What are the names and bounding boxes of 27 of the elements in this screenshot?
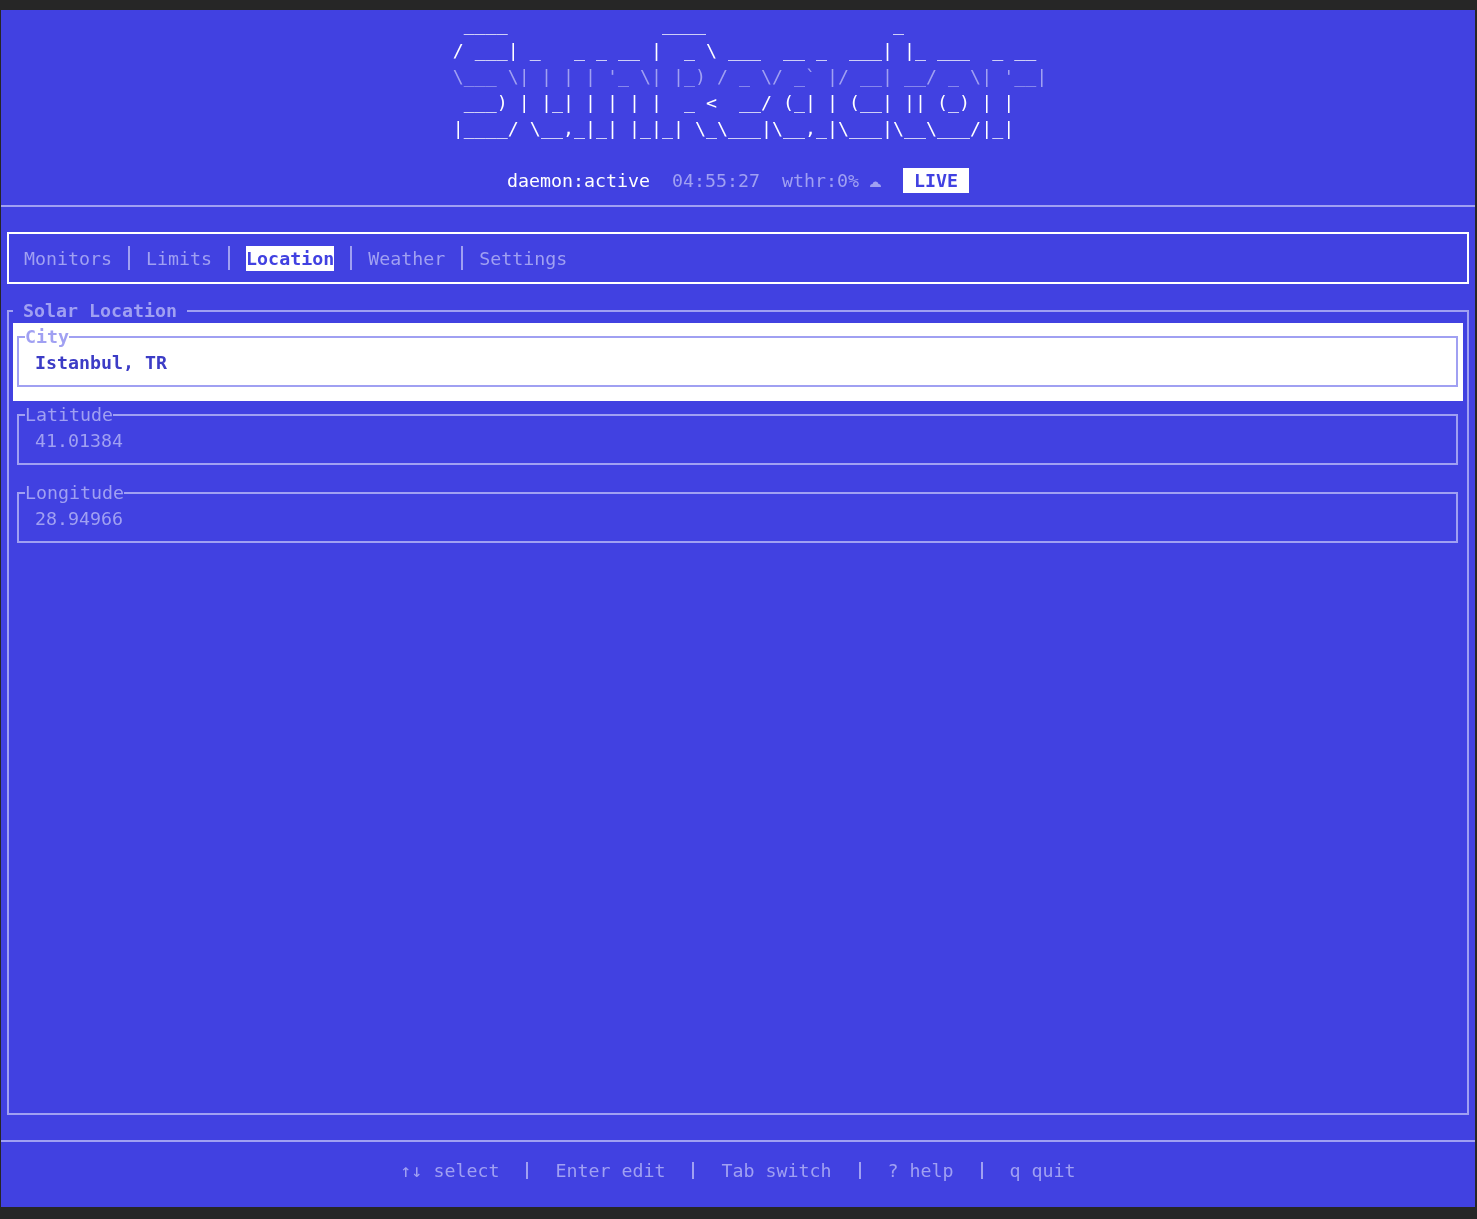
key-hint: ↑↓ select	[400, 1159, 500, 1183]
tab[interactable]: Settings	[479, 245, 568, 271]
tab[interactable]: Monitors	[24, 245, 113, 271]
panel-title: Solar Location	[22, 300, 179, 322]
text-field[interactable]: City Istanbul, TR	[17, 327, 1458, 387]
weather-status: wthr:0%	[782, 169, 860, 193]
text-field[interactable]: Longitude 28.94966	[17, 483, 1458, 543]
ascii-logo-line: ___) | |_| | | | | _ < __/ (_| | (__| || (_) | |	[462, 91, 1015, 115]
field-label: Longitude	[25, 483, 125, 503]
key-hint: ? help	[887, 1159, 954, 1183]
tab[interactable]: Location	[246, 245, 335, 271]
key-hint: Enter edit	[555, 1159, 666, 1183]
text-field[interactable]: Latitude 41.01384	[17, 405, 1458, 465]
tab[interactable]: Weather	[368, 245, 446, 271]
ascii-logo-line: |____/ \__,_|_| |_|_| \_\___|\__,_|\___|\__\___/|_|	[452, 117, 1015, 141]
live-badge: LIVE	[903, 168, 970, 193]
cloud-icon	[870, 180, 882, 187]
tab[interactable]: Limits	[146, 245, 213, 271]
ascii-logo-line: ____ ____ _	[462, 13, 905, 37]
clock-time: 04:55:27	[671, 169, 761, 193]
field-label: Latitude	[25, 405, 114, 425]
key-hint: q quit	[1009, 1159, 1076, 1183]
ascii-logo-line: / ___| _ _ _ __ | _ \ ___ __ _ ___| |_ ___ _ __	[452, 39, 1037, 63]
ascii-logo-line: \___ \| | | | '_ \| |_) / _ \/ _` |/ __| __/ _ \| '__|	[452, 65, 1048, 89]
field-label: City	[25, 327, 70, 347]
daemon-status: daemon:active	[506, 169, 650, 193]
key-hint: Tab switch	[721, 1159, 832, 1183]
